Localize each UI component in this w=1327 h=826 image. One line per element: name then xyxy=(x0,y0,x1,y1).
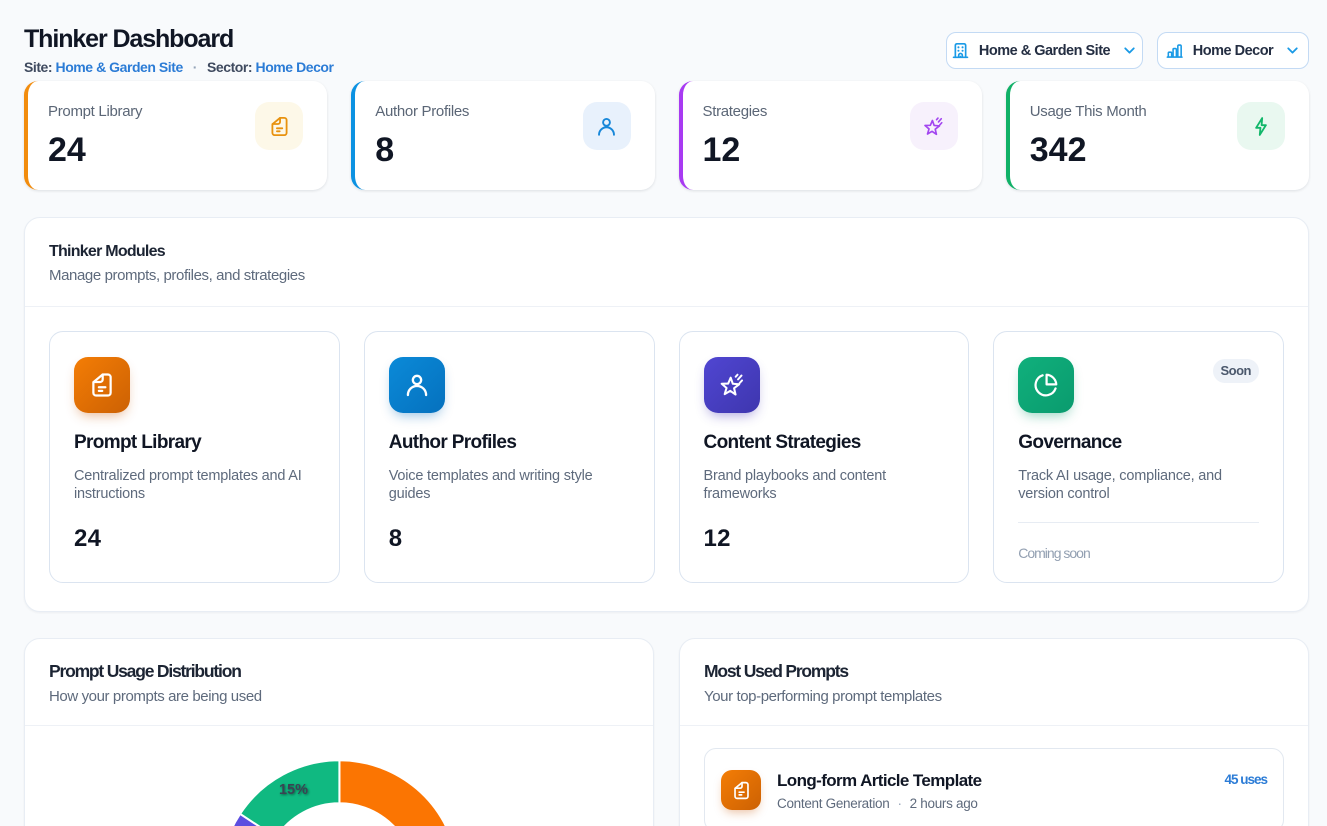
svg-text:15%: 15% xyxy=(279,782,308,798)
